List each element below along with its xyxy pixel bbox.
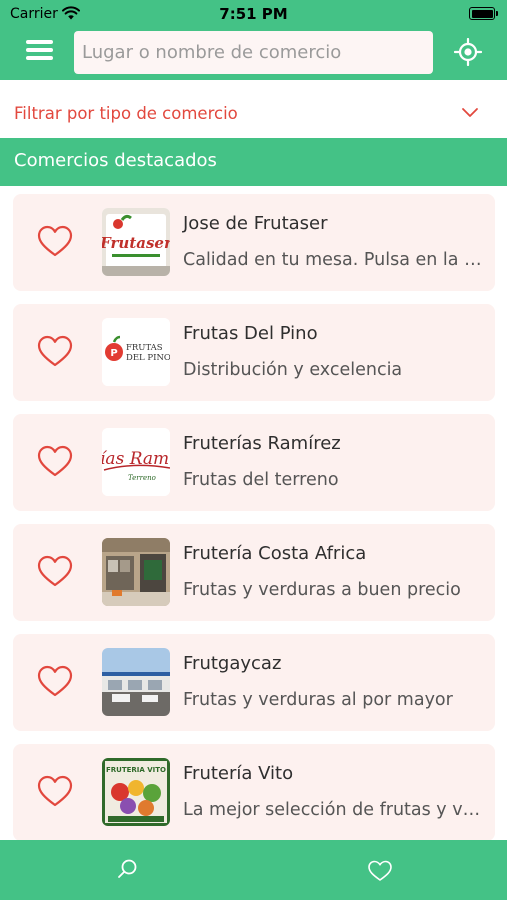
shop-list: Frutaser Jose de Frutaser Calidad en tu … [0, 186, 507, 840]
svg-text:P: P [110, 348, 117, 359]
heart-icon[interactable] [37, 444, 73, 480]
search-icon[interactable] [102, 840, 152, 900]
shop-name: Frutería Costa Africa [183, 543, 367, 564]
shop-card[interactable]: Frutaser Jose de Frutaser Calidad en tu … [13, 194, 495, 291]
logo-text: FRUTERIA VITO [106, 766, 166, 774]
menu-icon[interactable] [26, 40, 53, 60]
heart-icon[interactable] [37, 224, 73, 260]
shop-card[interactable]: Frutgaycaz Frutas y verduras al por mayo… [13, 634, 495, 731]
shop-card[interactable]: FRUTERIA VITO Frutería Vito La mejor sel… [13, 744, 495, 840]
shop-name: Frutería Vito [183, 763, 294, 784]
locate-icon[interactable] [454, 38, 482, 66]
shop-photo [102, 648, 170, 716]
top-header: Carrier 7:51 PM [0, 0, 507, 80]
shop-description: Frutas y verduras al por mayor [183, 690, 453, 710]
filter-dropdown[interactable]: Filtrar por tipo de comercio [0, 80, 507, 138]
shop-name: Frutas Del Pino [183, 323, 318, 344]
logo-subtext: Terreno [128, 474, 156, 482]
shop-card[interactable]: Frutería Costa Africa Frutas y verduras … [13, 524, 495, 621]
svg-text:FRUTAS: FRUTAS [126, 343, 163, 353]
status-time: 7:51 PM [219, 5, 288, 23]
section-header: Comercios destacados [0, 138, 507, 186]
shop-card[interactable]: ías Ram Terreno Fruterías Ramírez Frutas… [13, 414, 495, 511]
heart-icon[interactable] [37, 334, 73, 370]
shop-logo: ías Ram Terreno [102, 428, 170, 496]
shop-name: Jose de Frutaser [183, 213, 328, 234]
shop-name: Frutgaycaz [183, 653, 282, 674]
heart-icon[interactable] [37, 774, 73, 810]
chevron-down-icon [462, 108, 478, 117]
heart-icon[interactable] [37, 554, 73, 590]
shop-description: Calidad en tu mesa. Pulsa en la imagen p… [183, 250, 483, 270]
logo-text: Frutaser [102, 234, 170, 252]
shop-description: Distribución y excelencia [183, 360, 403, 380]
bottom-tab-bar [0, 840, 507, 900]
shop-description: Frutas y verduras a buen precio [183, 580, 461, 600]
heart-icon[interactable] [355, 840, 405, 900]
heart-icon[interactable] [37, 664, 73, 700]
shop-logo: Frutaser [102, 208, 170, 276]
section-title: Comercios destacados [14, 150, 217, 171]
svg-text:DEL PINO: DEL PINO [126, 353, 170, 363]
battery-icon [469, 7, 498, 20]
shop-description: La mejor selección de frutas y verduras [183, 800, 483, 820]
shop-logo: FRUTERIA VITO [102, 758, 170, 826]
app-screen: Carrier 7:51 PM Filtrar por tipo de come… [0, 0, 507, 900]
shop-description: Frutas del terreno [183, 470, 339, 490]
shop-card[interactable]: P FRUTAS DEL PINO Frutas Del Pino Distri… [13, 304, 495, 401]
search-input[interactable] [74, 31, 433, 74]
shop-logo: P FRUTAS DEL PINO [102, 318, 170, 386]
shop-name: Fruterías Ramírez [183, 433, 341, 454]
status-bar: Carrier 7:51 PM [0, 0, 507, 28]
filter-label: Filtrar por tipo de comercio [14, 104, 238, 123]
shop-photo [102, 538, 170, 606]
